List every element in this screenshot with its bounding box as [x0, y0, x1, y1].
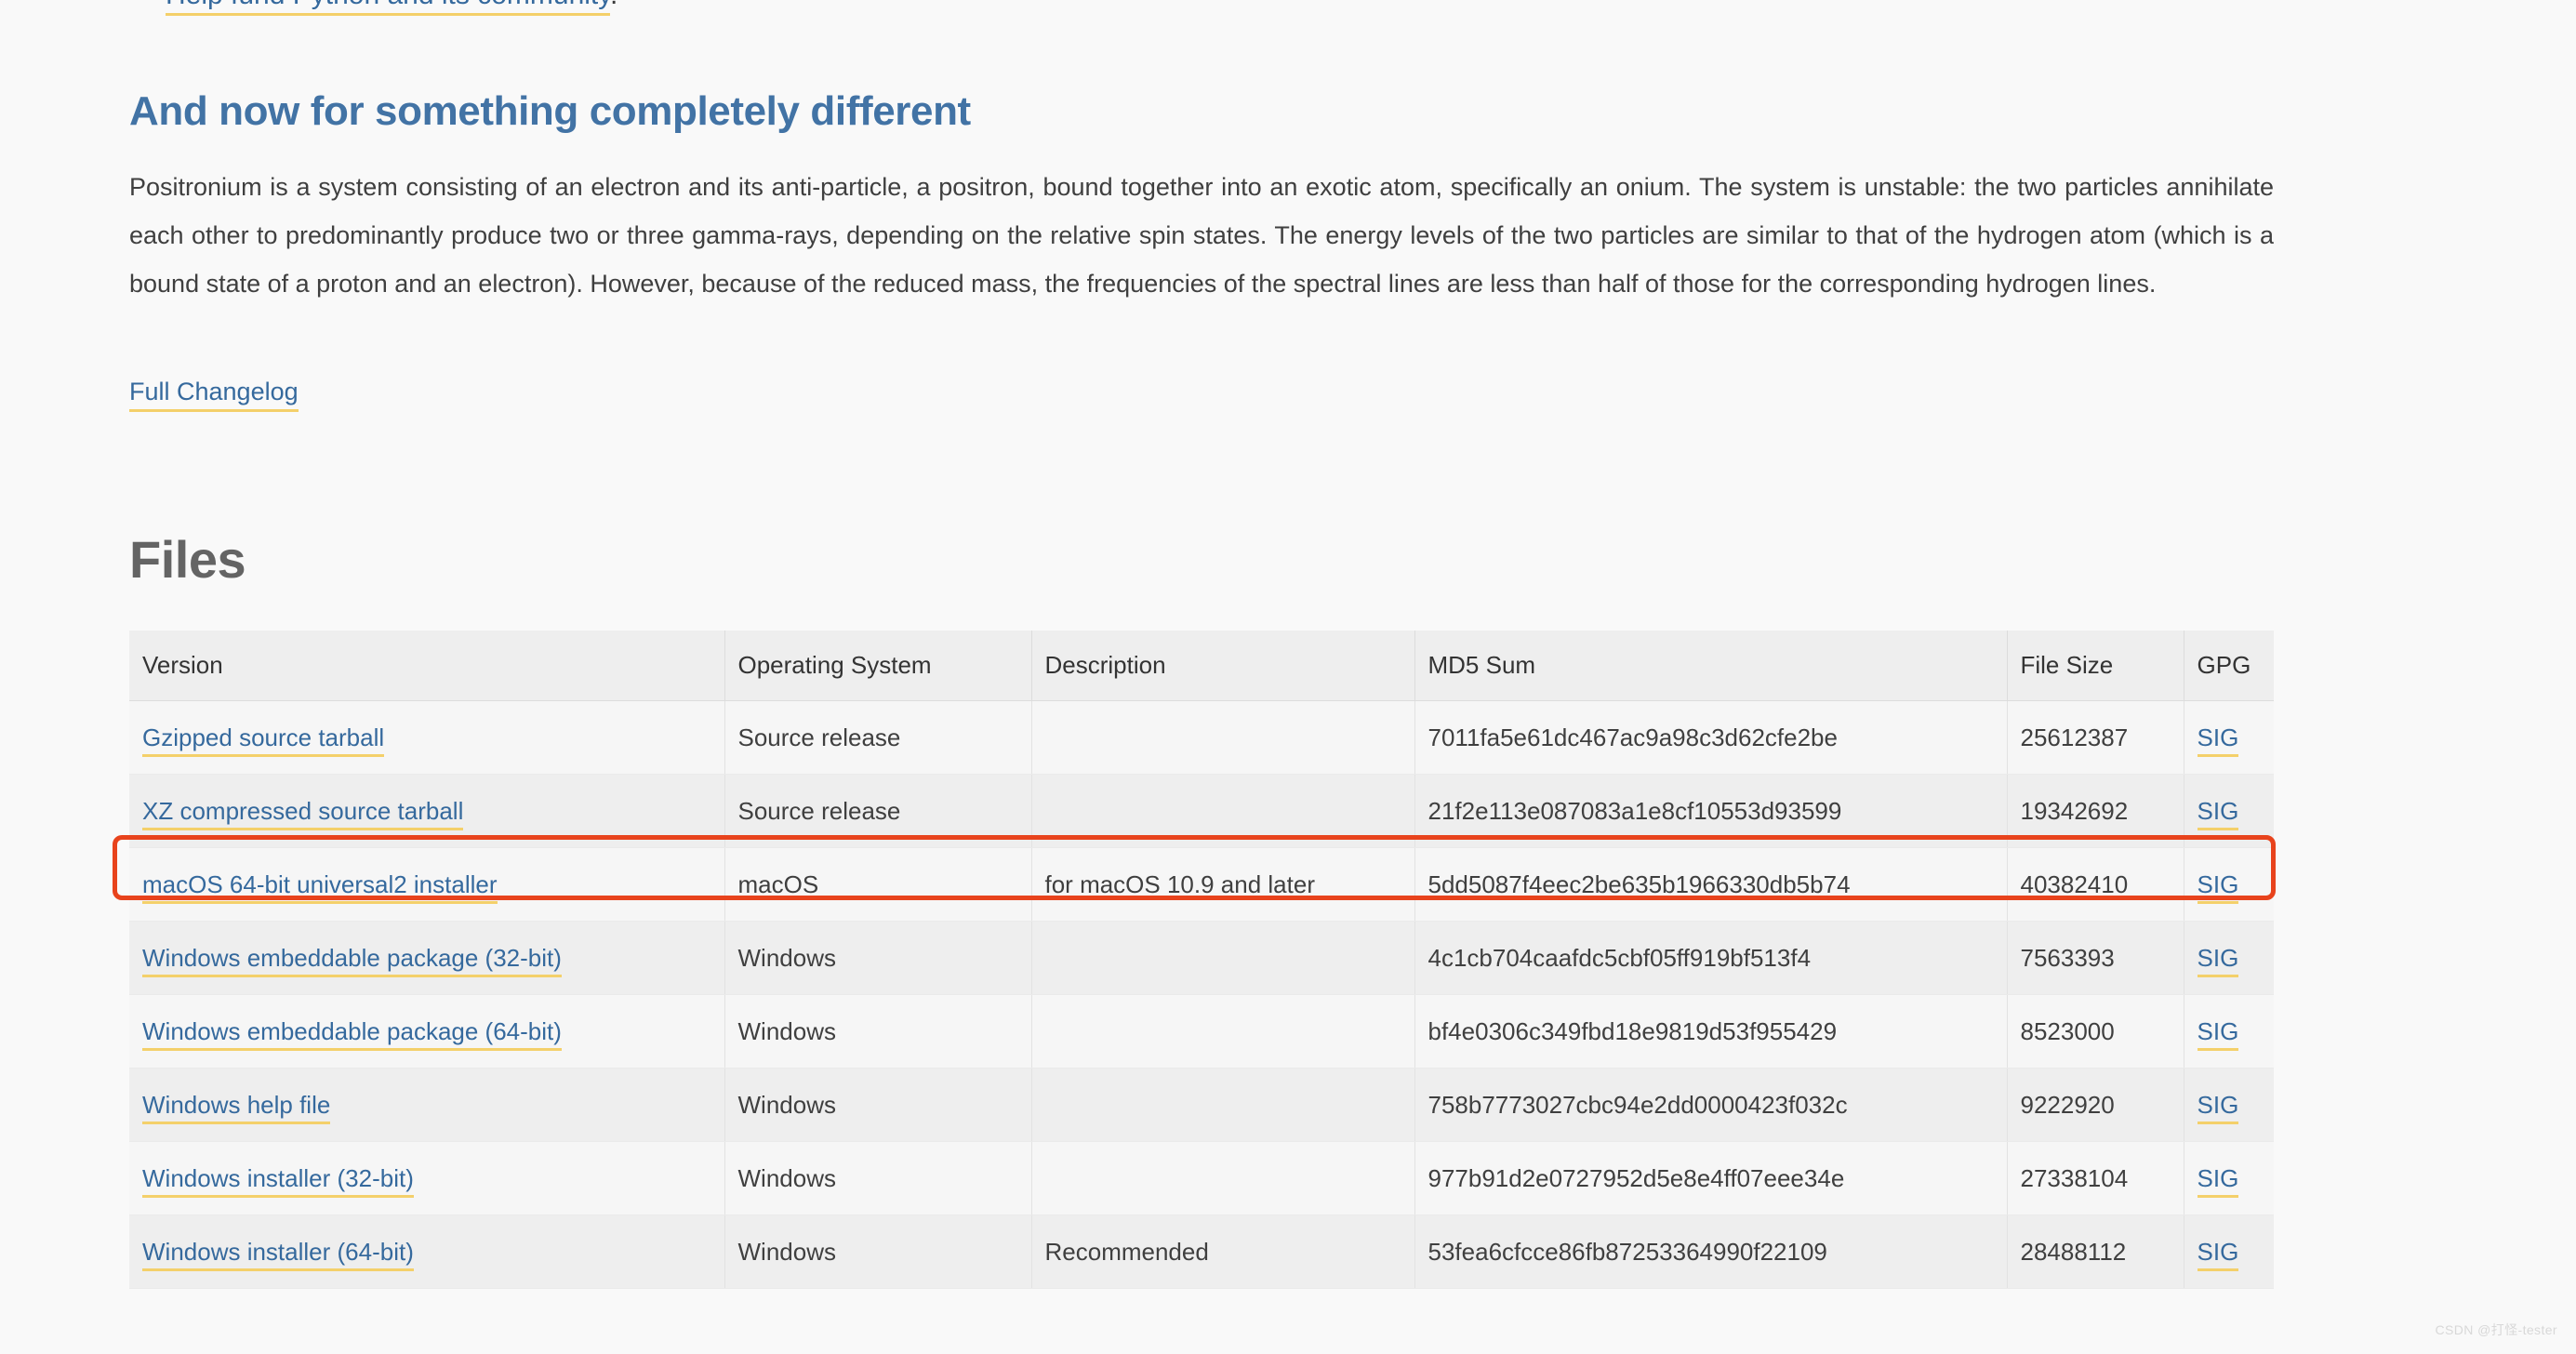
cell-version: Windows help file: [129, 1069, 724, 1142]
table-row: macOS 64-bit universal2 installer macOSfo…: [129, 848, 2274, 922]
cell-operating-system: Windows: [724, 995, 1031, 1069]
files-table: Version Operating System Description MD5…: [129, 631, 2274, 1289]
cell-gpg: SIG: [2184, 848, 2274, 922]
cell-gpg: SIG: [2184, 1069, 2274, 1142]
cell-description: [1031, 775, 1414, 848]
cell-gpg: SIG: [2184, 701, 2274, 775]
cell-description: Recommended: [1031, 1215, 1414, 1289]
table-row: XZ compressed source tarball Source relea…: [129, 775, 2274, 848]
gpg-sig-link[interactable]: SIG: [2198, 1017, 2239, 1051]
gpg-sig-link[interactable]: SIG: [2198, 870, 2239, 904]
column-header-filesize[interactable]: File Size: [2007, 631, 2184, 701]
csdn-watermark: CSDN @打怪-tester: [2436, 1321, 2557, 1339]
truncated-bullet-item: Help fund Python and its community.: [130, 0, 617, 11]
cell-version: XZ compressed source tarball: [129, 775, 724, 848]
cell-operating-system: Source release: [724, 775, 1031, 848]
version-download-link[interactable]: macOS 64-bit universal2 installer: [142, 870, 498, 904]
cell-description: [1031, 1069, 1414, 1142]
changelog-row: Full Changelog: [129, 378, 299, 406]
cell-gpg: SIG: [2184, 1215, 2274, 1289]
table-row: Windows embeddable package (32-bit) Windo…: [129, 922, 2274, 995]
cell-operating-system: Windows: [724, 1069, 1031, 1142]
cell-operating-system: macOS: [724, 848, 1031, 922]
cell-operating-system: Windows: [724, 1215, 1031, 1289]
cell-version: macOS 64-bit universal2 installer: [129, 848, 724, 922]
cell-description: [1031, 1142, 1414, 1215]
cell-file-size: 19342692: [2007, 775, 2184, 848]
cell-gpg: SIG: [2184, 995, 2274, 1069]
version-download-link[interactable]: Windows installer (64-bit): [142, 1238, 414, 1271]
cell-file-size: 9222920: [2007, 1069, 2184, 1142]
cell-description: [1031, 995, 1414, 1069]
cell-description: [1031, 922, 1414, 995]
cell-file-size: 40382410: [2007, 848, 2184, 922]
version-download-link[interactable]: Windows embeddable package (32-bit): [142, 944, 562, 977]
full-changelog-link[interactable]: Full Changelog: [129, 378, 299, 412]
cell-md5-sum: 758b7773027cbc94e2dd0000423f032c: [1414, 1069, 2007, 1142]
cell-gpg: SIG: [2184, 922, 2274, 995]
files-table-container: Version Operating System Description MD5…: [129, 631, 2274, 1289]
version-download-link[interactable]: Gzipped source tarball: [142, 723, 384, 757]
page-canvas: Help fund Python and its community. And …: [0, 0, 2576, 1354]
gpg-sig-link[interactable]: SIG: [2198, 1238, 2239, 1271]
cell-file-size: 27338104: [2007, 1142, 2184, 1215]
bullet-text: Help fund Python and its community.: [166, 0, 617, 10]
gpg-sig-link[interactable]: SIG: [2198, 1164, 2239, 1198]
version-download-link[interactable]: Windows help file: [142, 1091, 330, 1124]
cell-md5-sum: 21f2e113e087083a1e8cf10553d93599: [1414, 775, 2007, 848]
gpg-sig-link[interactable]: SIG: [2198, 797, 2239, 830]
version-download-link[interactable]: Windows installer (32-bit): [142, 1164, 414, 1198]
gpg-sig-link[interactable]: SIG: [2198, 1091, 2239, 1124]
cell-md5-sum: 53fea6cfcce86fb87253364990f22109: [1414, 1215, 2007, 1289]
cell-file-size: 7563393: [2007, 922, 2184, 995]
cell-version: Windows installer (32-bit): [129, 1142, 724, 1215]
cell-md5-sum: 7011fa5e61dc467ac9a98c3d62cfe2be: [1414, 701, 2007, 775]
gpg-sig-link[interactable]: SIG: [2198, 944, 2239, 977]
table-row: Gzipped source tarball Source release 7011…: [129, 701, 2274, 775]
cell-operating-system: Windows: [724, 922, 1031, 995]
column-header-description[interactable]: Description: [1031, 631, 1414, 701]
cell-gpg: SIG: [2184, 775, 2274, 848]
cell-md5-sum: bf4e0306c349fbd18e9819d53f955429: [1414, 995, 2007, 1069]
cell-file-size: 25612387: [2007, 701, 2184, 775]
version-download-link[interactable]: XZ compressed source tarball: [142, 797, 463, 830]
cell-operating-system: Windows: [724, 1142, 1031, 1215]
table-row: Windows embeddable package (64-bit) Windo…: [129, 995, 2274, 1069]
cell-version: Gzipped source tarball: [129, 701, 724, 775]
cell-md5-sum: 4c1cb704caafdc5cbf05ff919bf513f4: [1414, 922, 2007, 995]
files-table-body: Gzipped source tarball Source release 7011…: [129, 701, 2274, 1289]
cell-version: Windows embeddable package (64-bit): [129, 995, 724, 1069]
version-download-link[interactable]: Windows embeddable package (64-bit): [142, 1017, 562, 1051]
column-header-md5[interactable]: MD5 Sum: [1414, 631, 2007, 701]
section-heading: And now for something completely differe…: [129, 88, 971, 135]
body-paragraph: Positronium is a system consisting of an…: [129, 163, 2274, 308]
gpg-sig-link[interactable]: SIG: [2198, 723, 2239, 757]
files-table-head: Version Operating System Description MD5…: [129, 631, 2274, 701]
cell-version: Windows embeddable package (32-bit): [129, 922, 724, 995]
column-header-gpg[interactable]: GPG: [2184, 631, 2274, 701]
help-fund-python-link[interactable]: Help fund Python and its community: [166, 0, 610, 16]
cell-gpg: SIG: [2184, 1142, 2274, 1215]
cell-file-size: 8523000: [2007, 995, 2184, 1069]
cell-operating-system: Source release: [724, 701, 1031, 775]
cell-file-size: 28488112: [2007, 1215, 2184, 1289]
column-header-version[interactable]: Version: [129, 631, 724, 701]
files-heading: Files: [129, 529, 246, 590]
cell-description: [1031, 701, 1414, 775]
cell-version: Windows installer (64-bit): [129, 1215, 724, 1289]
cell-md5-sum: 5dd5087f4eec2be635b1966330db5b74: [1414, 848, 2007, 922]
table-row: Windows installer (64-bit) WindowsRecomme…: [129, 1215, 2274, 1289]
table-header-row: Version Operating System Description MD5…: [129, 631, 2274, 701]
cell-description: for macOS 10.9 and later: [1031, 848, 1414, 922]
cell-md5-sum: 977b91d2e0727952d5e8e4ff07eee34e: [1414, 1142, 2007, 1215]
table-row: Windows installer (32-bit) Windows 977b91d…: [129, 1142, 2274, 1215]
column-header-os[interactable]: Operating System: [724, 631, 1031, 701]
bullet-period: .: [610, 0, 617, 10]
table-row: Windows help file Windows 758b7773027cbc94…: [129, 1069, 2274, 1142]
